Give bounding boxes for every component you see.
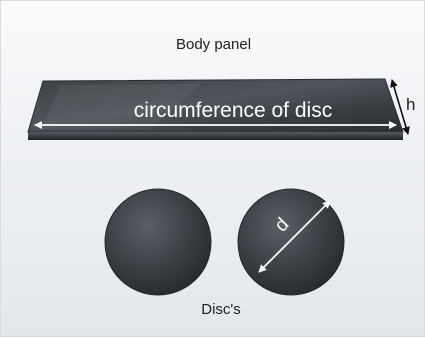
diagram-canvas: circumference of disc h d [27,78,415,296]
discs-caption: Disc's [201,301,241,318]
disc-right-face [237,188,345,296]
circumference-label: circumference of disc [134,99,332,122]
height-label: h [406,95,415,114]
diagram-frame: Body panel circumference of disc h d Dis… [0,0,425,337]
body-panel-edge [28,132,403,140]
disc-left-face [104,188,212,296]
disc-right [237,188,345,296]
disc-left [104,188,212,296]
